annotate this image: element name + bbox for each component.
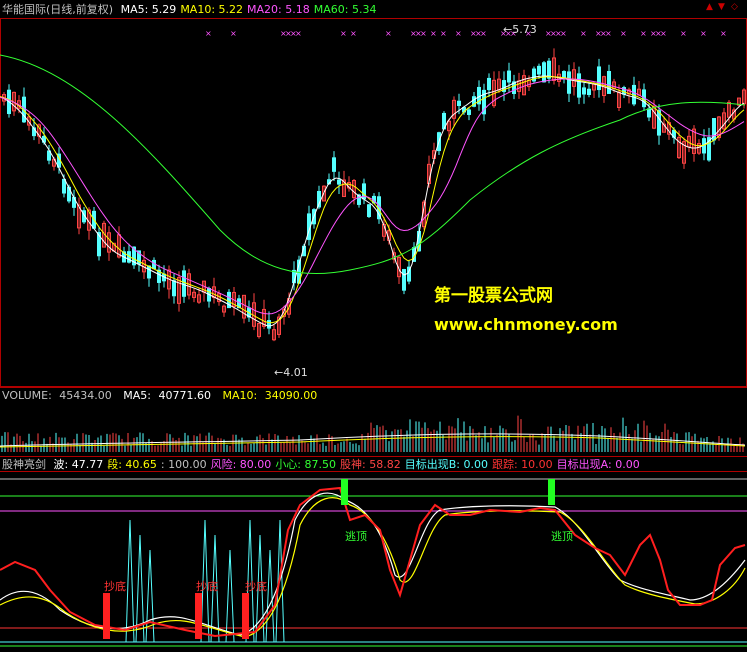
top-marker: × (295, 29, 302, 38)
top-marker: × (230, 29, 237, 38)
indicator-legend-item-2: : 100.00 (160, 458, 207, 471)
candle-body (267, 320, 271, 329)
diamond-icon[interactable]: ◇ (731, 3, 740, 12)
top-marker: × (455, 29, 462, 38)
candle-body (182, 270, 186, 297)
top-marker: × (560, 29, 567, 38)
sell-signal-bar (548, 479, 555, 505)
triangle-up-icon[interactable]: ▲ (706, 3, 715, 12)
high-price-label: ←5.73 (503, 23, 537, 36)
buy-signal-bar (242, 593, 249, 639)
top-marker: × (350, 29, 357, 38)
candle-body (607, 71, 611, 94)
top-marker: × (640, 29, 647, 38)
top-marker: × (580, 29, 587, 38)
indicator-name: 股神亮剑 (2, 458, 46, 471)
high-price-value: 5.73 (512, 23, 537, 36)
top-marker: × (680, 29, 687, 38)
indicator-legend-item-6: 目标出现B: 0.00 (404, 458, 488, 471)
triangle-down-icon[interactable]: ▼ (718, 3, 727, 12)
top-marker: × (700, 29, 707, 38)
sell-signal-bar (341, 479, 348, 505)
buy-signal-label: 抄底 (104, 580, 126, 593)
top-marker: × (340, 29, 347, 38)
ma-legend: MA5: 5.29 MA10: 5.22 MA20: 5.18 MA60: 5.34 (121, 3, 381, 16)
stock-title: 华能国际(日线,前复权) (2, 3, 114, 16)
candle-body (542, 62, 546, 83)
top-marker: × (385, 29, 392, 38)
volume-ma5: MA5: 40771.60 (123, 389, 212, 402)
top-marker: × (430, 29, 437, 38)
ma-legend-item-1: MA10: 5.22 (180, 3, 244, 16)
candle-body (582, 87, 586, 95)
top-marker: × (660, 29, 667, 38)
watermark-url: www.chnmoney.com (434, 315, 618, 334)
escape-signal-label: 逃顶 (345, 530, 367, 543)
indicator-legend-item-1: 段: 40.65 (107, 458, 157, 471)
candle-body (337, 179, 341, 185)
top-marker: × (440, 29, 447, 38)
buy-signal-label: 抄底 (196, 580, 218, 593)
candle-body (597, 66, 601, 91)
buy-signal-bar (195, 593, 202, 639)
candle-body (147, 265, 151, 279)
low-price-label: ←4.01 (274, 366, 308, 379)
ma-legend-item-3: MA60: 5.34 (313, 3, 377, 16)
candle-body (587, 88, 591, 96)
target-spike (125, 519, 135, 643)
buy-signal-bar (103, 593, 110, 639)
volume-ma10: MA10: 34090.00 (222, 389, 318, 402)
candle-body (62, 178, 66, 194)
candle-body (487, 77, 491, 91)
indicator-legend-item-0: 波: 47.77 (53, 458, 104, 471)
candle-body (467, 109, 471, 115)
candle-body (332, 157, 336, 172)
volume-label: VOLUME: 45434.00 (2, 389, 112, 402)
buy-signal-label: 抄底 (245, 580, 267, 593)
gushen-line (0, 486, 746, 638)
candle-body (657, 110, 661, 136)
volume-panel-header: VOLUME: 45434.00 MA5: 40771.60 MA10: 340… (2, 389, 325, 403)
candle-body (577, 73, 581, 98)
candle-body (367, 204, 371, 218)
indicator-legend-item-4: 小心: 87.50 (275, 458, 337, 471)
top-marker: × (205, 29, 212, 38)
top-marker: × (480, 29, 487, 38)
top-marker: × (420, 29, 427, 38)
candle-body (537, 65, 541, 75)
ma-legend-item-2: MA20: 5.18 (247, 3, 310, 16)
candle-body (402, 269, 406, 291)
wave-line (0, 492, 746, 636)
candle-body (567, 71, 571, 94)
indicator-legend-item-7: 跟踪: 10.00 (491, 458, 553, 471)
low-arrow-icon: ← (274, 366, 284, 379)
main-panel-header: 华能国际(日线,前复权) MA5: 5.29 MA10: 5.22 MA20: 5.… (2, 3, 384, 17)
low-price-value: 4.01 (283, 366, 308, 379)
segment-line (0, 497, 746, 638)
top-marker: × (620, 29, 627, 38)
candle-body (507, 70, 511, 83)
candle-body (647, 108, 651, 118)
top-marker: × (720, 29, 727, 38)
indicator-panel-header: 股神亮剑 波: 47.77 段: 40.65: 100.00 风险: 80.00 小心… (2, 458, 648, 472)
indicator-legend-item-3: 风险: 80.00 (210, 458, 272, 471)
indicator-legend-item-5: 股神: 58.82 (340, 458, 401, 471)
watermark-title: 第一股票公式网 (434, 286, 553, 306)
indicator-legend: 波: 47.77 段: 40.65: 100.00 风险: 80.00 小心: 87.… (54, 458, 644, 471)
chart-canvas[interactable]: × × ×××× × × × ××× × × × ××× ××× × ×××× × ××× × × ××× × × × (0, 0, 747, 652)
candle-body (457, 100, 461, 106)
ma-legend-item-0: MA5: 5.29 (120, 3, 177, 16)
escape-signal-label: 逃顶 (551, 530, 573, 543)
indicator-legend-item-8: 目标出现A: 0.00 (556, 458, 640, 471)
candle-body (562, 71, 566, 78)
candle-body (172, 280, 176, 297)
top-marker: × (605, 29, 612, 38)
high-arrow-icon: ← (503, 23, 513, 36)
